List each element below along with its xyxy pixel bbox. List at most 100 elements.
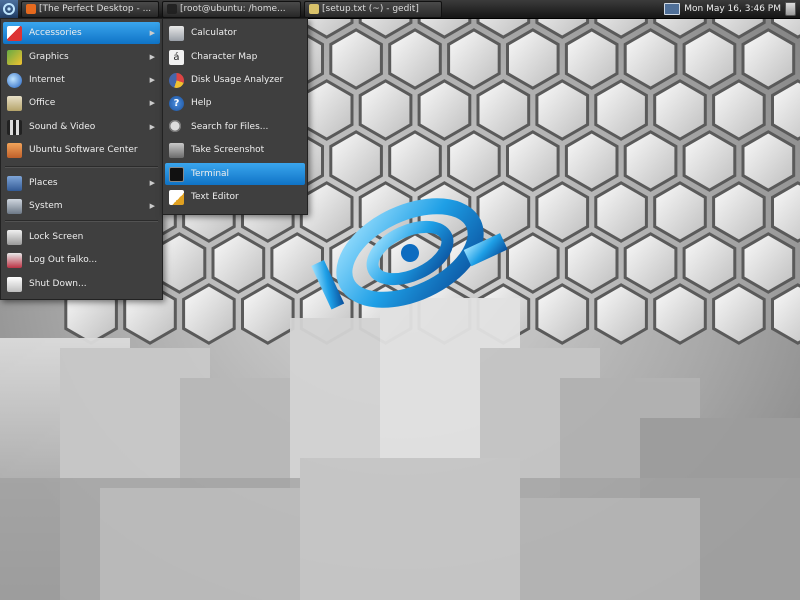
submenu-arrow-icon: ▶ xyxy=(149,179,155,187)
hexagon-tile xyxy=(535,181,590,243)
hexagon-tile xyxy=(594,18,648,39)
submenu-item-terminal[interactable]: Terminal xyxy=(165,163,305,185)
menu-item-label: Log Out falko... xyxy=(29,255,98,265)
lock-icon xyxy=(7,229,22,245)
hexagon-tile xyxy=(329,28,383,90)
hexagon-tile xyxy=(476,181,531,243)
menu-item-label: Accessories xyxy=(29,28,82,38)
places-icon xyxy=(7,175,22,191)
trash-icon[interactable] xyxy=(785,2,796,16)
submenu-item-take-screenshot[interactable]: Take Screenshot xyxy=(165,139,305,161)
hexagon-tile xyxy=(741,232,796,294)
menu-item-label: Help xyxy=(191,98,212,108)
menu-item-internet[interactable]: Internet ▶ xyxy=(3,69,160,91)
menu-item-accessories[interactable]: Accessories ▶ xyxy=(3,22,160,44)
submenu-arrow-icon: ▶ xyxy=(149,53,155,61)
main-menu-button[interactable] xyxy=(0,0,18,18)
office-icon xyxy=(7,95,22,111)
menu-item-label: Character Map xyxy=(191,52,258,62)
hexagon-tile xyxy=(653,181,707,243)
submenu-item-calculator[interactable]: Calculator xyxy=(165,22,305,44)
menu-item-sound-video[interactable]: Sound & Video ▶ xyxy=(3,116,160,138)
system-icon xyxy=(7,198,22,214)
hexagon-tile xyxy=(417,79,472,141)
submenu-item-text-editor[interactable]: Text Editor xyxy=(165,186,305,208)
network-icon[interactable] xyxy=(664,3,681,15)
taskbar-item[interactable]: [setup.txt (~) - gedit] xyxy=(304,0,442,18)
hexagon-tile xyxy=(388,28,442,90)
menu-item-label: Take Screenshot xyxy=(191,145,265,155)
hexagon-tile xyxy=(506,28,560,90)
submenu-item-help[interactable]: ? Help xyxy=(165,92,305,114)
hexagon-tile xyxy=(299,79,354,141)
hexagon-tile xyxy=(417,18,472,39)
hexagon-tile xyxy=(447,28,501,90)
submenu-arrow-icon: ▶ xyxy=(149,202,155,210)
submenu-item-search-for-files[interactable]: Search for Files... xyxy=(165,116,305,138)
clock[interactable]: Mon May 16, 3:46 PM xyxy=(684,4,781,14)
hexagon-tile xyxy=(270,232,324,294)
top-panel: [The Perfect Desktop - ... [root@ubuntu: … xyxy=(0,0,800,19)
hexagon-tile xyxy=(741,28,796,90)
menu-item-label: Terminal xyxy=(191,169,230,179)
menu-item-label: System xyxy=(29,201,63,211)
menu-item-places[interactable]: Places ▶ xyxy=(3,172,160,194)
hexagon-tile xyxy=(771,181,800,243)
hexagon-tile xyxy=(388,130,442,192)
graphics-icon xyxy=(7,49,22,65)
menu-item-label: Places xyxy=(29,178,58,188)
hexagon-tile xyxy=(712,79,766,141)
menu-item-office[interactable]: Office ▶ xyxy=(3,92,160,114)
menu-item-label: Search for Files... xyxy=(191,122,269,132)
taskbar-item[interactable]: [The Perfect Desktop - ... xyxy=(21,0,159,18)
menu-item-lock-screen[interactable]: Lock Screen xyxy=(3,226,160,248)
sound-video-icon xyxy=(7,119,22,135)
software-center-icon xyxy=(7,142,22,158)
menu-item-label: Lock Screen xyxy=(29,232,84,242)
menu-item-label: Calculator xyxy=(191,28,237,38)
taskbar-item-label: [root@ubuntu: /home... xyxy=(180,4,286,14)
hexagon-tile xyxy=(682,28,737,90)
hexagon-tile xyxy=(771,283,800,345)
hexagon-tile xyxy=(712,283,766,345)
taskbar: [The Perfect Desktop - ... [root@ubuntu: … xyxy=(18,0,442,18)
hexagon-tile xyxy=(447,130,501,192)
menu-item-label: Text Editor xyxy=(191,192,239,202)
disk-usage-icon xyxy=(169,72,184,88)
menu-item-label: Disk Usage Analyzer xyxy=(191,75,284,85)
menu-separator xyxy=(5,220,158,222)
menu-item-graphics[interactable]: Graphics ▶ xyxy=(3,46,160,68)
submenu-arrow-icon: ▶ xyxy=(149,29,155,37)
submenu-item-character-map[interactable]: á Character Map xyxy=(165,46,305,68)
character-map-icon: á xyxy=(169,49,184,65)
hexagon-tile xyxy=(241,283,295,345)
hexagon-tile xyxy=(211,232,266,294)
applications-menu: Accessories ▶ Graphics ▶ Internet ▶ Office ▶ Sou… xyxy=(0,18,163,300)
menu-item-system[interactable]: System ▶ xyxy=(3,195,160,217)
menu-item-ubuntu-software-center[interactable]: Ubuntu Software Center xyxy=(3,139,160,161)
shutdown-icon xyxy=(7,276,22,292)
logout-icon xyxy=(7,252,22,268)
hexagon-tile xyxy=(594,181,648,243)
hexagon-tile xyxy=(358,18,413,39)
taskbar-item[interactable]: [root@ubuntu: /home... xyxy=(162,0,301,18)
system-tray: Mon May 16, 3:46 PM xyxy=(664,2,800,16)
hexagon-tile xyxy=(564,232,619,294)
ubuntu-logo-icon xyxy=(3,3,15,15)
submenu-item-disk-usage-analyzer[interactable]: Disk Usage Analyzer xyxy=(165,69,305,91)
hexagon-tile xyxy=(682,130,737,192)
hexagon-tile xyxy=(712,181,766,243)
menu-item-shut-down[interactable]: Shut Down... xyxy=(3,273,160,295)
hexagon-tile xyxy=(506,130,560,192)
submenu-arrow-icon: ▶ xyxy=(149,99,155,107)
hexagon-tile xyxy=(299,181,354,243)
accessories-submenu: Calculator á Character Map Disk Usage Analy… xyxy=(162,18,308,215)
menu-item-label: Internet xyxy=(29,75,65,85)
calculator-icon xyxy=(169,25,184,41)
menu-item-label: Graphics xyxy=(29,52,69,62)
menu-item-label: Ubuntu Software Center xyxy=(29,145,138,155)
hexagon-tile xyxy=(535,79,590,141)
taskbar-item-label: [setup.txt (~) - gedit] xyxy=(322,4,419,14)
menu-item-log-out-falko[interactable]: Log Out falko... xyxy=(3,249,160,271)
hexagon-tile xyxy=(299,18,354,39)
